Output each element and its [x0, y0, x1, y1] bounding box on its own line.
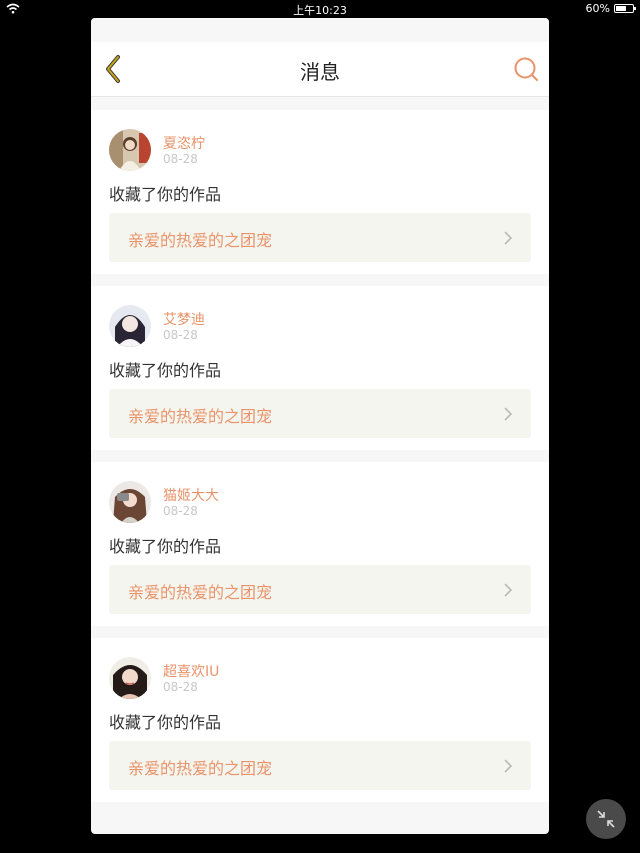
username[interactable]: 艾梦迪: [163, 309, 205, 329]
message-card: 猫姬大大 08-28 收藏了你的作品 亲爱的热爱的之团宠: [91, 462, 549, 626]
collapse-button[interactable]: [586, 799, 626, 839]
status-bar: 上午10:23 60%: [0, 0, 640, 18]
work-link[interactable]: 亲爱的热爱的之团宠: [109, 213, 531, 262]
battery-percent: 60%: [585, 2, 610, 15]
chevron-right-icon: [504, 407, 513, 421]
message-action-text: 收藏了你的作品: [109, 185, 222, 204]
avatar[interactable]: [109, 305, 151, 347]
message-action-text: 收藏了你的作品: [109, 713, 222, 732]
collapse-arrows-icon: [597, 810, 615, 828]
message-action-text: 收藏了你的作品: [109, 537, 222, 556]
search-icon[interactable]: [513, 56, 539, 82]
work-link[interactable]: 亲爱的热爱的之团宠: [109, 565, 531, 614]
message-date: 08-28: [163, 680, 198, 694]
page-title: 消息: [300, 60, 340, 84]
work-link[interactable]: 亲爱的热爱的之团宠: [109, 389, 531, 438]
message-list: 夏恣柠 08-28 收藏了你的作品 亲爱的热爱的之团宠 艾梦迪 08-28 收藏…: [91, 97, 549, 802]
avatar[interactable]: [109, 129, 151, 171]
work-title: 亲爱的热爱的之团宠: [128, 583, 273, 602]
username[interactable]: 超喜欢IU: [163, 661, 219, 681]
top-strip: [91, 18, 549, 42]
status-time: 上午10:23: [293, 4, 347, 17]
message-card: 超喜欢IU 08-28 收藏了你的作品 亲爱的热爱的之团宠: [91, 638, 549, 802]
username[interactable]: 猫姬大大: [163, 485, 219, 505]
avatar[interactable]: [109, 481, 151, 523]
chevron-right-icon: [504, 583, 513, 597]
chevron-right-icon: [504, 231, 513, 245]
work-title: 亲爱的热爱的之团宠: [128, 759, 273, 778]
battery-icon: [614, 4, 636, 13]
message-card: 夏恣柠 08-28 收藏了你的作品 亲爱的热爱的之团宠: [91, 110, 549, 274]
work-title: 亲爱的热爱的之团宠: [128, 231, 273, 250]
app-window: 消息 夏恣柠 08-28 收藏了你的作品 亲爱的热爱的之团宠 艾梦迪 08-28…: [91, 18, 549, 834]
work-title: 亲爱的热爱的之团宠: [128, 407, 273, 426]
avatar[interactable]: [109, 657, 151, 699]
message-date: 08-28: [163, 328, 198, 342]
message-date: 08-28: [163, 152, 198, 166]
nav-bar: 消息: [91, 42, 549, 97]
username[interactable]: 夏恣柠: [163, 133, 205, 153]
message-card: 艾梦迪 08-28 收藏了你的作品 亲爱的热爱的之团宠: [91, 286, 549, 450]
work-link[interactable]: 亲爱的热爱的之团宠: [109, 741, 531, 790]
message-date: 08-28: [163, 504, 198, 518]
chevron-right-icon: [504, 759, 513, 773]
message-action-text: 收藏了你的作品: [109, 361, 222, 380]
